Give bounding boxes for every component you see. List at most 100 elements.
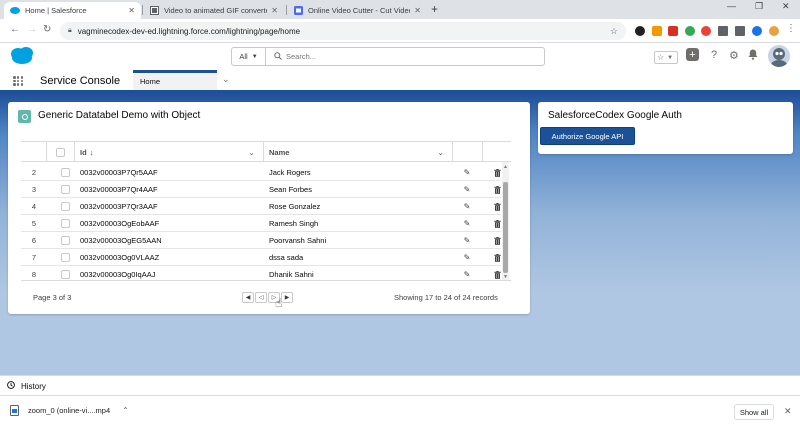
help-icon[interactable]: ? bbox=[711, 49, 717, 61]
first-page-button[interactable]: ◀ bbox=[242, 292, 254, 303]
setup-gear-icon[interactable]: ⚙︎ bbox=[729, 49, 739, 62]
table-row[interactable]: 3 0032v00003P7Qr4AAF Sean Forbes ✎ bbox=[21, 181, 501, 198]
extension-icon[interactable] bbox=[652, 26, 662, 36]
favorites-star-icon[interactable]: ☆ ▼ bbox=[654, 51, 678, 64]
browser-tab-salesforce[interactable]: Home | Salesforce ✕ bbox=[4, 2, 141, 19]
video-cutter-icon bbox=[293, 6, 303, 16]
maximize-icon[interactable]: ❐ bbox=[755, 1, 763, 12]
close-tab-icon[interactable]: ✕ bbox=[128, 6, 135, 15]
browser-menu-icon[interactable]: ⋮ bbox=[786, 23, 796, 34]
search-scope-dropdown[interactable]: All ▼ bbox=[232, 48, 266, 65]
row-number: 6 bbox=[31, 236, 37, 245]
new-tab-icon[interactable]: + bbox=[431, 2, 438, 16]
datatable-header: Id ↓ ⌄ Name ⌄ bbox=[21, 142, 511, 162]
select-all-checkbox[interactable] bbox=[56, 147, 65, 157]
cell-id: 0032v00003P7Qr4AAF bbox=[80, 185, 158, 194]
row-checkbox-cell bbox=[61, 215, 70, 232]
row-checkbox[interactable] bbox=[61, 253, 70, 262]
row-number: 5 bbox=[31, 219, 37, 228]
sort-arrow-icon: ↓ bbox=[89, 147, 94, 157]
history-utility-item[interactable]: History bbox=[7, 381, 46, 391]
profile-icon[interactable] bbox=[769, 26, 779, 36]
search-input[interactable] bbox=[282, 48, 544, 65]
avatar[interactable] bbox=[768, 45, 790, 67]
cell-name: Ramesh Singh bbox=[269, 219, 319, 228]
row-checkbox[interactable] bbox=[61, 270, 70, 279]
card-title: Generic Datatabel Demo with Object bbox=[38, 110, 201, 121]
edit-pencil-icon[interactable]: ✎ bbox=[461, 266, 473, 280]
chevron-down-icon[interactable]: ⌄ bbox=[248, 148, 255, 157]
scroll-up-icon[interactable]: ▲ bbox=[503, 164, 508, 170]
cloud-extension-icon[interactable] bbox=[752, 26, 762, 36]
table-row[interactable]: 7 0032v00003Og0VLAAZ dssa sada ✎ bbox=[21, 249, 501, 266]
row-number: 8 bbox=[31, 270, 37, 279]
edit-pencil-icon[interactable]: ✎ bbox=[461, 164, 473, 181]
table-row[interactable]: 6 0032v00003OgEG5AAN Poorvansh Sahni ✎ bbox=[21, 232, 501, 249]
minimize-icon[interactable]: — bbox=[727, 1, 736, 11]
scroll-down-icon[interactable]: ▼ bbox=[503, 274, 508, 280]
row-checkbox[interactable] bbox=[61, 185, 70, 194]
scrollbar-thumb[interactable] bbox=[503, 182, 508, 273]
row-checkbox[interactable] bbox=[61, 168, 70, 177]
extension-icon[interactable] bbox=[701, 26, 711, 36]
row-checkbox[interactable] bbox=[61, 219, 70, 228]
close-tab-icon[interactable]: ✕ bbox=[414, 6, 421, 15]
app-name: Service Console bbox=[40, 75, 121, 87]
browser-tab-gif-converter[interactable]: Video to animated GIF converter ✕ bbox=[143, 2, 284, 19]
close-window-icon[interactable]: ✕ bbox=[782, 1, 790, 12]
cell-name: Rose Gonzalez bbox=[269, 202, 321, 211]
edit-pencil-icon[interactable]: ✎ bbox=[461, 181, 473, 198]
tab-home[interactable]: Home bbox=[133, 70, 217, 90]
cell-id: 0032v00003Og0VLAAZ bbox=[80, 253, 160, 262]
row-checkbox[interactable] bbox=[61, 236, 70, 245]
edit-pencil-icon[interactable]: ✎ bbox=[461, 198, 473, 215]
row-checkbox[interactable] bbox=[61, 202, 70, 211]
table-row[interactable]: 4 0032v00003P7Qr3AAF Rose Gonzalez ✎ bbox=[21, 198, 501, 215]
browser-tab-video-cutter[interactable]: Online Video Cutter - Cut Video ✕ bbox=[287, 2, 427, 19]
chevron-down-icon: ▼ bbox=[667, 54, 674, 61]
close-download-bar-icon[interactable]: ✕ bbox=[784, 406, 792, 417]
chevron-down-icon: ▼ bbox=[251, 53, 258, 60]
table-row[interactable]: 2 0032v00003P7Qr5AAF Jack Rogers ✎ bbox=[21, 164, 501, 181]
table-row[interactable]: 8 0032v00003Og0IqAAJ Dhanik Sahni ✎ bbox=[21, 266, 501, 280]
extension-icon[interactable] bbox=[685, 26, 695, 36]
edit-pencil-icon[interactable]: ✎ bbox=[461, 215, 473, 232]
row-checkbox-cell bbox=[61, 232, 70, 249]
row-checkbox-cell bbox=[61, 249, 70, 266]
select-all-checkbox-cell bbox=[47, 142, 75, 162]
download-item[interactable]: zoom_0 (online-vi....mp4 ⌃ bbox=[10, 405, 129, 416]
column-header-name[interactable]: Name ⌄ bbox=[264, 142, 453, 162]
authorize-google-api-button[interactable]: Authorize Google API bbox=[540, 127, 635, 145]
chevron-down-icon[interactable]: ⌄ bbox=[222, 74, 230, 85]
address-bar[interactable]: 🔒︎ vagminecodex-dev-ed.lightning.force.c… bbox=[60, 22, 626, 40]
gif-converter-icon bbox=[149, 6, 159, 16]
row-number-header bbox=[21, 142, 47, 162]
reload-icon[interactable]: ↻ bbox=[43, 24, 51, 35]
extensions-puzzle-icon[interactable] bbox=[718, 26, 728, 36]
bookmark-star-icon[interactable]: ☆ bbox=[610, 26, 618, 37]
chevron-down-icon[interactable]: ⌄ bbox=[437, 148, 444, 157]
pagination: ◀ ◁ ▷ ▶ bbox=[242, 292, 293, 303]
app-launcher-icon[interactable] bbox=[13, 76, 24, 86]
cell-id: 0032v00003P7Qr3AAF bbox=[80, 202, 158, 211]
chevron-up-icon[interactable]: ⌃ bbox=[122, 406, 129, 415]
edit-pencil-icon[interactable]: ✎ bbox=[461, 232, 473, 249]
edit-column-header bbox=[453, 142, 483, 162]
last-page-button[interactable]: ▶ bbox=[281, 292, 293, 303]
global-actions-add-icon[interactable]: + bbox=[686, 48, 699, 61]
forward-icon[interactable]: → bbox=[27, 24, 37, 35]
notifications-bell-icon[interactable] bbox=[748, 49, 758, 63]
media-icon[interactable] bbox=[735, 26, 745, 36]
column-header-id[interactable]: Id ↓ ⌄ bbox=[75, 142, 264, 162]
cell-name: Poorvansh Sahni bbox=[269, 236, 327, 245]
back-icon[interactable]: ← bbox=[10, 24, 20, 35]
previous-page-button[interactable]: ◁ bbox=[255, 292, 267, 303]
table-row[interactable]: 5 0032v00003OgEobAAF Ramesh Singh ✎ bbox=[21, 215, 501, 232]
salesforce-logo[interactable] bbox=[9, 46, 35, 65]
extension-icon[interactable] bbox=[668, 26, 678, 36]
extension-icon[interactable] bbox=[635, 26, 645, 36]
show-all-button[interactable]: Show all bbox=[734, 404, 774, 420]
cell-id: 0032v00003P7Qr5AAF bbox=[80, 168, 158, 177]
edit-pencil-icon[interactable]: ✎ bbox=[461, 249, 473, 266]
close-tab-icon[interactable]: ✕ bbox=[271, 6, 278, 15]
